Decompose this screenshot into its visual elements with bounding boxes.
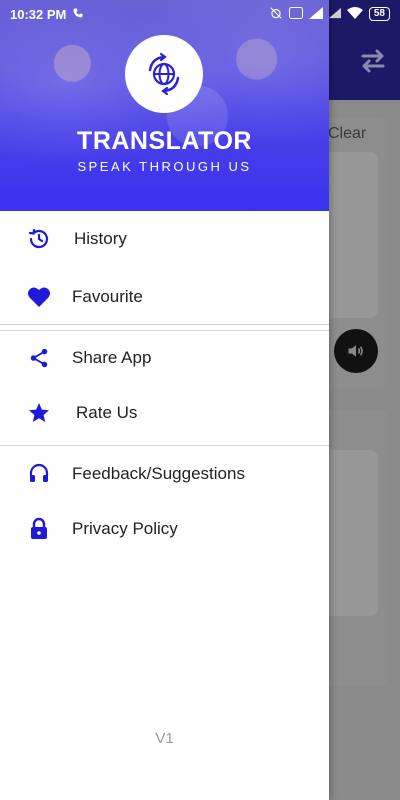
share-icon — [27, 346, 51, 370]
status-icons: 58 — [269, 6, 390, 23]
app-title: TRANSLATOR — [77, 127, 252, 155]
signal-icon — [308, 6, 323, 22]
app-subtitle: SPEAK THROUGH US — [77, 159, 252, 174]
menu-label-favourite: Favourite — [72, 287, 143, 306]
menu-label-history: History — [74, 229, 127, 248]
alarm-off-icon — [269, 6, 283, 23]
menu-label-share-app: Share App — [72, 348, 152, 367]
app-version: V1 — [155, 730, 174, 747]
translate-globe-icon — [148, 52, 180, 96]
speaker-icon — [348, 345, 363, 357]
status-time: 10:32 PM — [10, 6, 67, 22]
swap-languages-icon[interactable] — [358, 46, 388, 76]
lock-icon — [27, 517, 51, 541]
menu-label-rate-us: Rate Us — [76, 403, 138, 422]
menu-divider — [0, 324, 329, 325]
drawer-header: TRANSLATOR SPEAK THROUGH US — [0, 0, 329, 211]
menu-item-privacy-policy[interactable]: Privacy Policy — [0, 504, 329, 554]
menu-item-history[interactable]: History — [0, 214, 329, 264]
menu-item-feedback[interactable]: Feedback/Suggestions — [0, 449, 329, 499]
app-logo — [125, 35, 203, 113]
menu-item-rate-us[interactable]: Rate Us — [0, 388, 329, 438]
call-icon — [72, 7, 84, 22]
menu-divider — [0, 330, 329, 331]
clear-button[interactable]: Clear — [328, 125, 366, 143]
star-icon — [27, 401, 51, 425]
menu-item-favourite[interactable]: Favourite — [0, 272, 329, 322]
heart-icon — [27, 285, 51, 309]
wifi-icon — [346, 6, 363, 22]
speaker-button[interactable] — [334, 329, 378, 373]
history-icon — [27, 227, 51, 251]
navigation-drawer: TRANSLATOR SPEAK THROUGH US History Favo… — [0, 0, 329, 800]
menu-label-privacy-policy: Privacy Policy — [72, 519, 178, 538]
menu-item-share-app[interactable]: Share App — [0, 333, 329, 383]
signal-2-icon — [328, 7, 341, 22]
battery-indicator: 58 — [368, 7, 390, 21]
volte-icon — [288, 6, 303, 22]
menu-divider — [0, 445, 329, 446]
status-bar: 10:32 PM 58 — [0, 0, 400, 28]
menu-label-feedback: Feedback/Suggestions — [72, 464, 245, 483]
headset-icon — [27, 462, 51, 486]
